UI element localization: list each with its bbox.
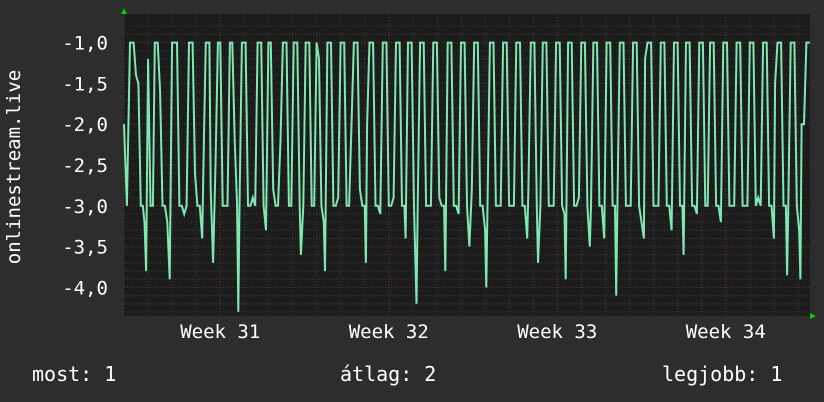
- y-tick-label: -1,5: [62, 73, 108, 95]
- y-tick-label: -4,0: [62, 277, 108, 299]
- y-axis-ticks: -1,0 -1,5 -2,0 -2,5 -3,0 -3,5 -4,0: [62, 33, 108, 300]
- y-axis-arrow-icon: [121, 8, 127, 14]
- chart-container: -1,0 -1,5 -2,0 -2,5 -3,0 -3,5 -4,0 Week 31 Week…: [0, 0, 824, 402]
- legend-average: átlag: 2: [340, 362, 437, 386]
- x-tick-label: Week 32: [349, 321, 429, 343]
- legend-best: legjobb: 1: [662, 362, 783, 386]
- legend-current: most: 1: [32, 362, 117, 386]
- y-tick-label: -2,0: [62, 114, 108, 136]
- x-tick-label: Week 31: [180, 321, 260, 343]
- x-tick-label: Week 34: [686, 321, 766, 343]
- x-axis-ticks: Week 31 Week 32 Week 33 Week 34: [180, 321, 766, 343]
- line-chart: -1,0-1,5-2,0-2,5-3,0-3,5-4,0 Week 31 Week…: [3, 8, 816, 343]
- x-axis-arrow-icon: [810, 313, 816, 319]
- y-tick-label: -1,0: [62, 33, 108, 55]
- y-tick-label: -3,5: [62, 237, 108, 259]
- y-tick-label: -2,5: [62, 155, 108, 177]
- y-axis-label: onlinestream.live: [3, 70, 25, 264]
- y-tick-label: -3,0: [62, 196, 108, 218]
- x-tick-label: Week 33: [517, 321, 597, 343]
